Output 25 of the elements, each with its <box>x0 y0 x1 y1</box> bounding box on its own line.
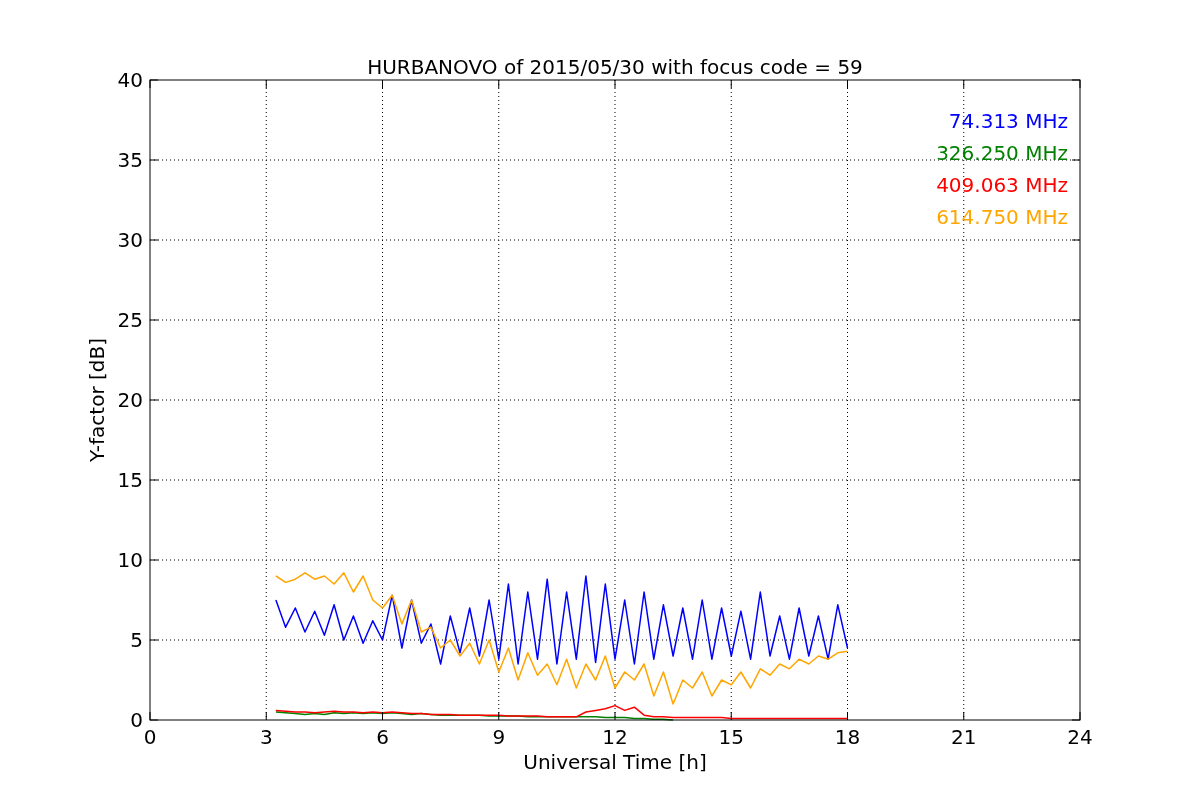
tick-label: 20 <box>117 388 143 412</box>
tick-label: 5 <box>130 628 143 652</box>
chart-title: HURBANOVO of 2015/05/30 with focus code = 59 <box>367 55 863 79</box>
tick-label: 40 <box>117 68 143 92</box>
tick-label: 25 <box>117 308 143 332</box>
tick-label: 0 <box>143 725 157 749</box>
tick-label: 0 <box>130 708 143 732</box>
tick-label: 15 <box>718 725 744 749</box>
legend-label: 409.063 MHz <box>936 173 1068 197</box>
tick-label: 10 <box>117 548 143 572</box>
tick-label: 6 <box>376 725 389 749</box>
axis-label: Universal Time [h] <box>523 750 707 774</box>
tick-label: 18 <box>834 725 861 749</box>
tick-label: 12 <box>602 725 628 749</box>
tick-label: 30 <box>117 228 143 252</box>
tick-label: 9 <box>492 725 506 749</box>
tick-label: 35 <box>117 148 143 172</box>
legend-label: 74.313 MHz <box>948 109 1068 133</box>
legend-label: 326.250 MHz <box>936 141 1068 165</box>
tick-label: 15 <box>117 468 143 492</box>
tick-label: 3 <box>259 725 273 749</box>
tick-label: 21 <box>951 725 977 749</box>
legend-label: 614.750 MHz <box>936 205 1068 229</box>
tick-label: 24 <box>1067 725 1093 749</box>
axis-label: Y-factor [dB] <box>85 338 109 462</box>
